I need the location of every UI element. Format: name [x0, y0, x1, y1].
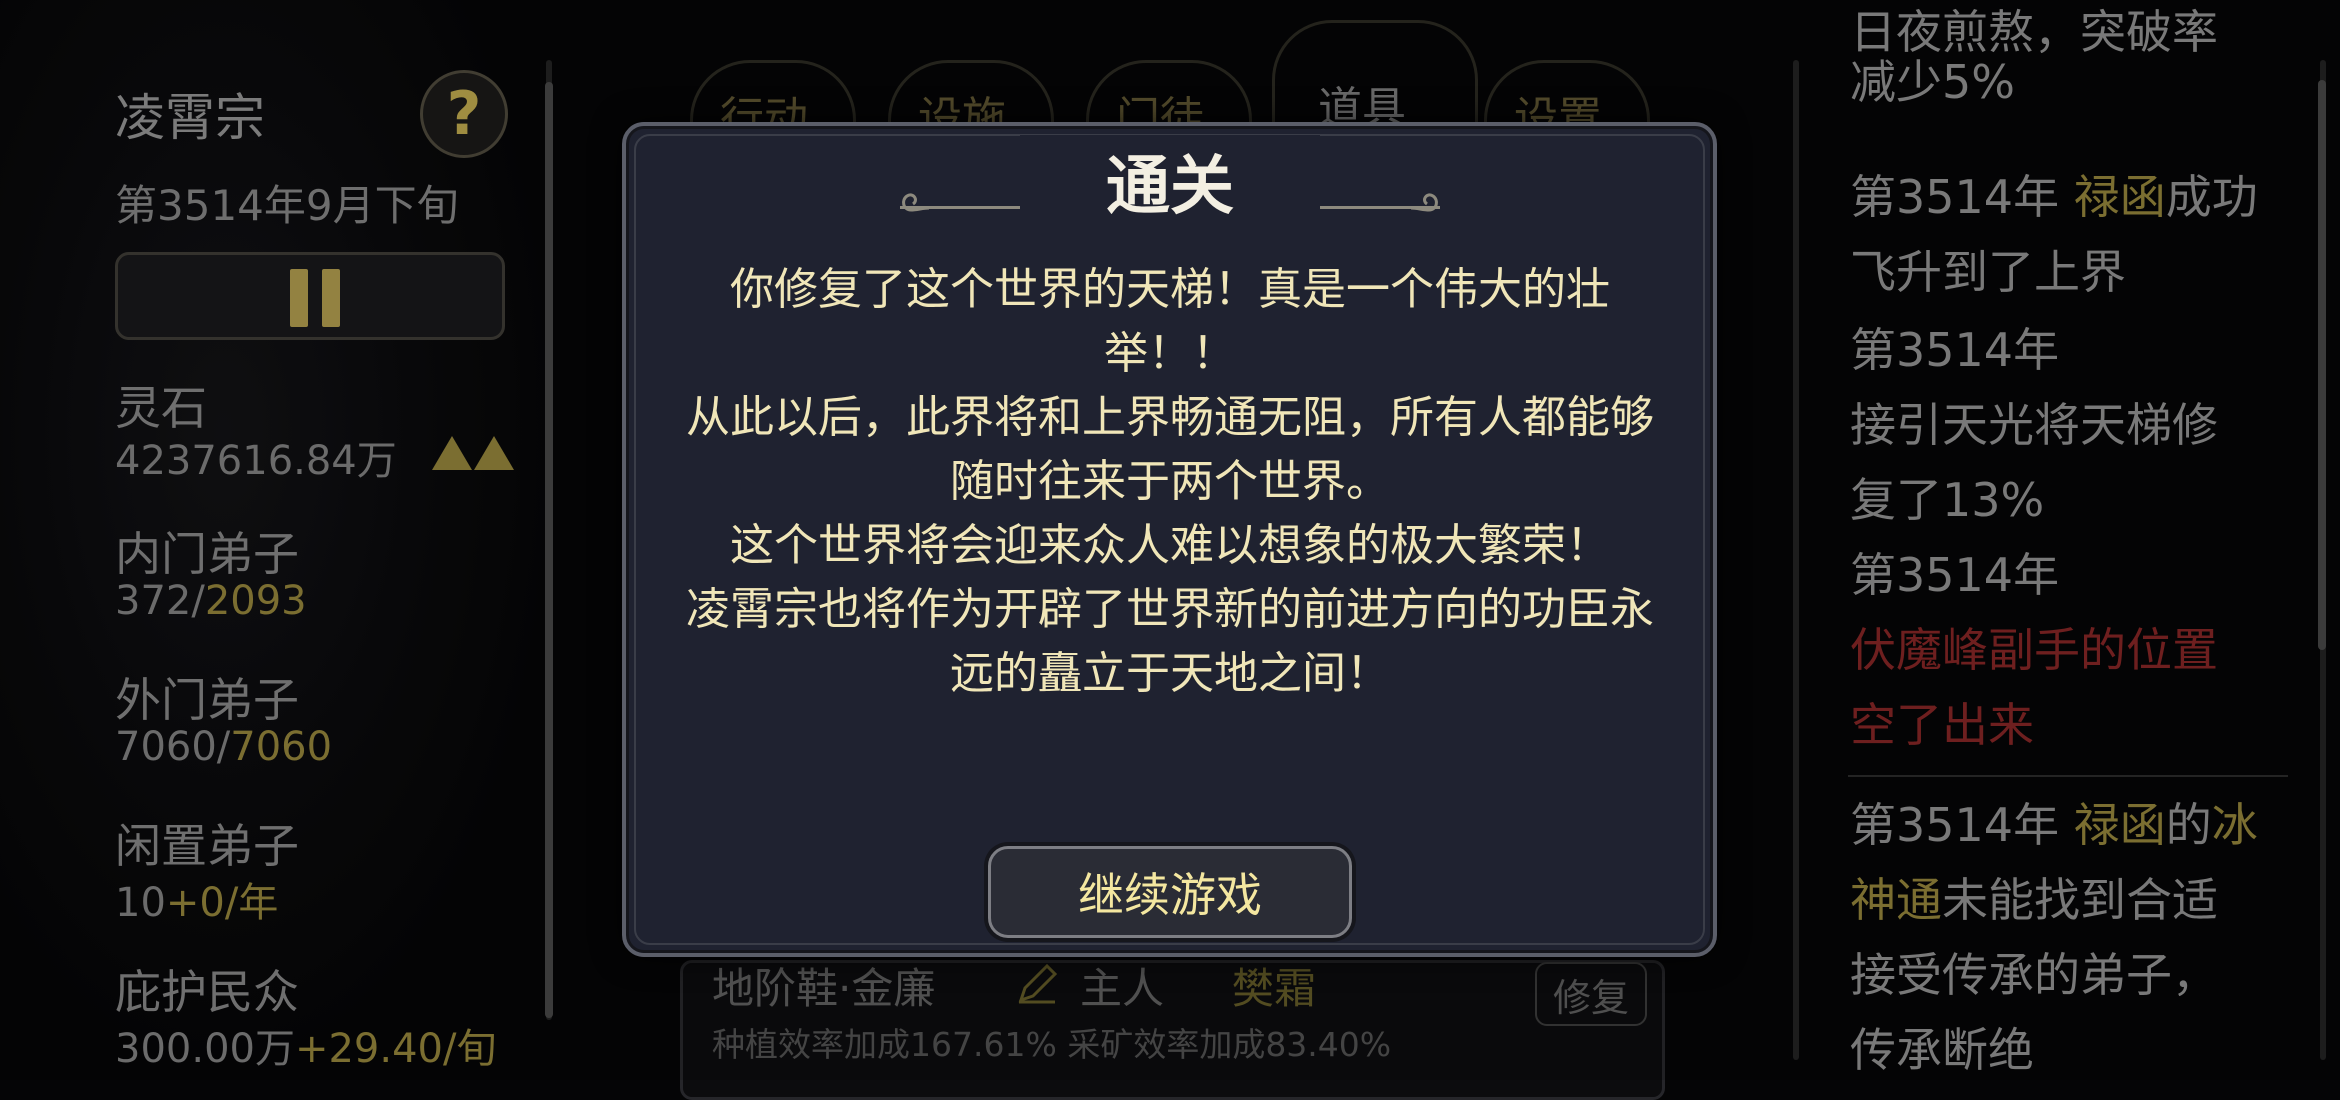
left-cloud-ornament-icon — [893, 186, 933, 224]
message-paragraph: 这个世界将会迎来众人难以想象的极大繁荣！ — [730, 520, 1610, 571]
dialog-title: 通关 — [1106, 150, 1234, 224]
message-paragraph: 从此以后，此界将和上界畅通无阻，所有人都能够随时往来于两个世界。 — [686, 392, 1654, 507]
message-paragraph: 你修复了这个世界的天梯！真是一个伟大的壮举！！ — [730, 264, 1610, 379]
dialog-message: 你修复了这个世界的天梯！真是一个伟大的壮举！！ 从此以后，此界将和上界畅通无阻，… — [680, 258, 1660, 706]
right-cloud-ornament-icon — [1407, 186, 1447, 224]
message-paragraph: 凌霄宗也将作为开辟了世界新的前进方向的功臣永远的矗立于天地之间！ — [686, 584, 1654, 699]
continue-game-button[interactable]: 继续游戏 — [988, 846, 1352, 938]
